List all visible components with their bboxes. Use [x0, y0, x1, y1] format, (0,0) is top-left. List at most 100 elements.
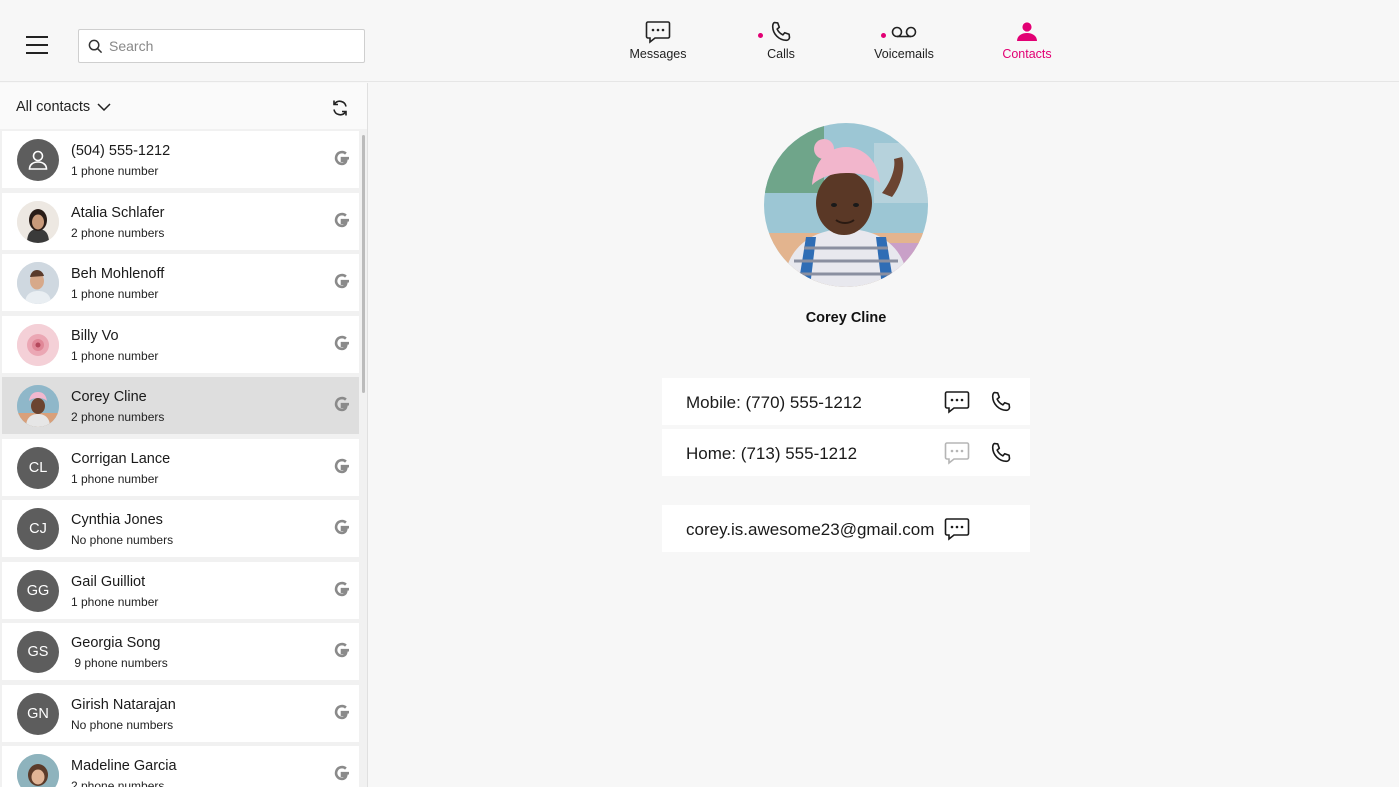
google-icon	[334, 765, 349, 781]
contacts-sidebar: All contacts (504) 555-1212 1 phone numb…	[0, 83, 368, 787]
contact-phone-count: 9 phone numbers	[71, 656, 168, 670]
contact-photo	[17, 200, 59, 243]
contact-row[interactable]: CL Corrigan Lance 1 phone number	[2, 438, 359, 496]
google-icon	[334, 704, 349, 719]
tab-calls-label: Calls	[767, 47, 795, 61]
email-address: corey.is.awesome23@gmail.com	[686, 520, 935, 539]
contact-phone-count: 2 phone numbers	[71, 779, 165, 787]
contact-phone-count: No phone numbers	[71, 717, 174, 732]
refresh-button[interactable]	[331, 99, 349, 122]
google-icon	[334, 150, 349, 166]
voicemail-unread-dot	[881, 33, 886, 38]
contact-name: Corey Cline	[71, 389, 147, 405]
phone-mobile-label: Mobile: (770) 555-1212	[686, 393, 862, 412]
contact-name: Corrigan Lance	[71, 450, 171, 467]
message-email-button[interactable]	[944, 517, 970, 546]
phone-card-home: Home: (713) 555-1212	[662, 429, 1030, 476]
tab-voicemails[interactable]: Voicemails	[859, 18, 949, 68]
google-icon	[334, 212, 349, 227]
tab-contacts[interactable]: Contacts	[982, 18, 1072, 68]
phone-icon	[991, 442, 1011, 463]
google-icon	[334, 458, 349, 473]
contact-photo	[17, 262, 59, 304]
contact-phone-count: 2 phone numbers	[71, 410, 165, 424]
google-icon	[334, 273, 349, 289]
google-icon	[334, 396, 349, 412]
contacts-filter-dropdown[interactable]: All contacts	[16, 99, 111, 115]
avatar: GS	[17, 631, 59, 673]
message-mobile-button[interactable]	[944, 390, 970, 419]
avatar	[17, 139, 59, 181]
contact-row[interactable]: GG Gail Guilliot 1 phone number	[2, 561, 359, 619]
contact-row[interactable]: CJ Cynthia Jones No phone numbers	[2, 500, 359, 557]
avatar: GG	[17, 569, 59, 612]
contact-row[interactable]: GN Girish Natarajan No phone numbers	[2, 684, 359, 742]
contact-name: Girish Natarajan	[71, 696, 176, 713]
contact-phone-count: 2 phone numbers	[71, 225, 165, 240]
call-mobile-button[interactable]	[989, 390, 1013, 419]
tab-contacts-label: Contacts	[1002, 47, 1052, 61]
contact-row[interactable]: GS Georgia Song 9 phone numbers	[2, 623, 359, 680]
person-icon	[28, 150, 48, 170]
contacts-icon	[1017, 21, 1037, 41]
message-icon	[944, 518, 970, 541]
top-bar: Messages Calls Voicemails Contacts	[0, 0, 1399, 82]
contact-row[interactable]: (504) 555-1212 1 phone number	[2, 131, 359, 188]
contact-phone-count: 1 phone number	[71, 348, 159, 363]
contact-name: Atalia Schlafer	[71, 204, 165, 221]
contact-row-selected[interactable]: Corey Cline 2 phone numbers	[2, 377, 359, 434]
avatar: CL	[17, 446, 59, 489]
avatar: GN	[17, 692, 59, 735]
contact-name: Beh Mohlenoff	[71, 266, 165, 282]
tab-calls[interactable]: Calls	[736, 18, 826, 68]
contact-phone-count: 1 phone number	[71, 164, 159, 178]
search-input[interactable]	[109, 30, 359, 62]
tab-messages[interactable]: Messages	[613, 18, 703, 68]
search-box[interactable]	[78, 29, 365, 63]
call-home-button[interactable]	[989, 441, 1013, 470]
phone-home-label: Home: (713) 555-1212	[686, 444, 858, 463]
tab-messages-label: Messages	[629, 47, 687, 61]
message-icon	[944, 391, 970, 414]
chevron-down-icon	[97, 103, 111, 111]
avatar: CJ	[17, 508, 59, 550]
phone-icon	[991, 391, 1011, 412]
filter-label: All contacts	[16, 99, 91, 115]
contact-row[interactable]: Beh Mohlenoff 1 phone number	[2, 254, 359, 311]
voicemail-icon	[891, 26, 917, 38]
hamburger-menu-icon[interactable]	[26, 36, 48, 54]
contact-phone-count: No phone numbers	[71, 533, 174, 547]
google-icon	[334, 335, 349, 350]
calls-unread-dot	[758, 33, 763, 38]
contact-name: (504) 555-1212	[71, 143, 171, 159]
message-icon	[944, 442, 970, 465]
refresh-icon	[333, 100, 347, 116]
contact-row[interactable]: Billy Vo 1 phone number	[2, 315, 359, 373]
contact-photo-large	[764, 123, 928, 287]
contact-photo	[17, 323, 59, 366]
contact-phone-count: 1 phone number	[71, 471, 159, 486]
avatar	[17, 323, 59, 366]
contact-name: Gail Guilliot	[71, 573, 146, 590]
contact-photo	[764, 123, 928, 287]
contact-row[interactable]: Madeline Garcia 2 phone numbers	[2, 746, 359, 787]
contact-name: Cynthia Jones	[71, 512, 163, 528]
sidebar-header: All contacts	[0, 83, 367, 129]
google-icon	[334, 642, 349, 658]
phone-icon	[771, 21, 791, 42]
message-icon	[645, 21, 671, 44]
email-card: corey.is.awesome23@gmail.com	[662, 505, 1030, 552]
contact-photo	[17, 754, 59, 787]
avatar	[17, 200, 59, 243]
contact-detail-name: Corey Cline	[805, 310, 887, 326]
contact-detail-pane: Corey Cline Mobile: (770) 555-1212 Home:…	[369, 83, 1399, 787]
contact-row[interactable]: Atalia Schlafer 2 phone numbers	[2, 192, 359, 250]
contact-name: Madeline Garcia	[71, 758, 177, 774]
sidebar-scrollbar[interactable]	[362, 135, 365, 393]
avatar	[17, 754, 59, 787]
contact-name: Georgia Song	[71, 635, 161, 651]
google-icon	[334, 519, 349, 535]
contact-phone-count: 1 phone number	[71, 594, 159, 609]
contacts-list: (504) 555-1212 1 phone number Atalia Sch…	[2, 131, 359, 787]
avatar	[17, 385, 59, 427]
